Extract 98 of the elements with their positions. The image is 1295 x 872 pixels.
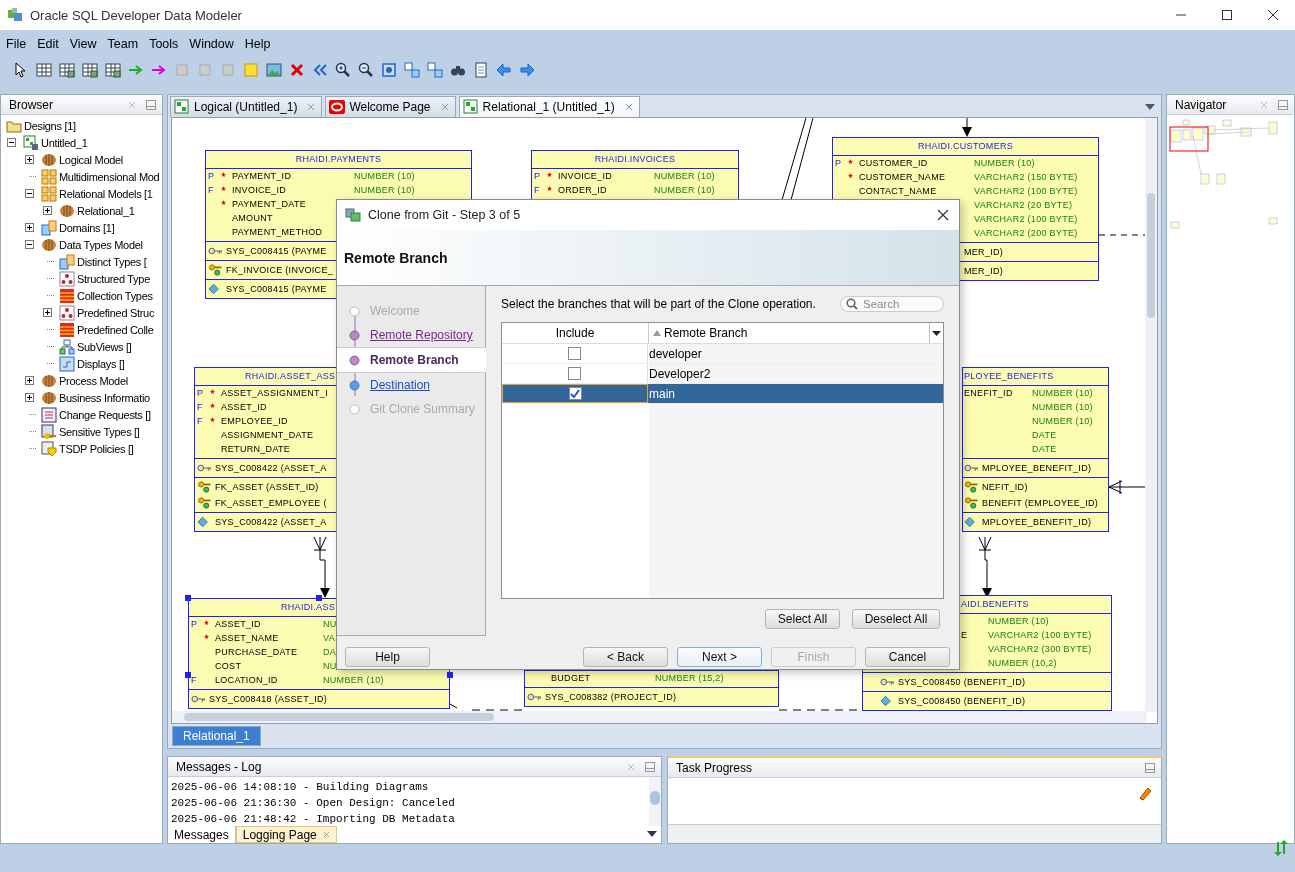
table-name: PLOYEE_BENEFITS [964,370,1054,381]
key-type-letter: F [197,401,203,412]
column-type: VARCHAR2 (100 BYTE) [974,213,1078,224]
key-type-letter: F [534,184,540,195]
column-name: ASSET_ID [221,401,267,412]
key-constraint: SYS_C008382 (PROJECT_ID) [545,691,677,702]
column-name: CONTACT_NAME [859,185,937,196]
key-constraint: MPLOYEE_BENEFIT_ID) [982,516,1092,527]
instruction-text: Select the branches that will be part of the Clone operation. [501,297,816,311]
branch-name: developer [648,346,703,361]
table-name: RHAIDI.ASS [281,601,335,612]
column-type: DA [323,646,337,657]
key-constraint: NEFIT_ID) [982,481,1028,492]
key-constraint: FK_ASSET_EMPLOYEE ( [215,497,327,508]
column-type: NUMBER (10) [654,184,715,195]
column-name: PAYMENT_ID [232,170,292,181]
column-name: PAYMENT_DATE [232,198,307,209]
column-type: NUMBER (10) [1032,415,1093,426]
column-name: AMOUNT [232,212,273,223]
key-type-letter: F [208,184,214,195]
column-type: VARCHAR2 (200 BYTE) [974,227,1078,238]
key-type-letter: P [835,157,842,168]
column-name: ASSET_NAME [215,632,279,643]
table-name: RHAIDI.CUSTOMERS [917,140,1014,151]
table-name: RHAIDI.PAYMENTS [295,153,382,164]
column-name: BUDGET [551,672,591,683]
key-constraint: BENEFIT (EMPLOYEE_ID) [982,497,1099,508]
column-type: NUMBER (10) [988,615,1049,626]
log-line: 2025-06-06 21:36:30 - Open Design: Canceled [171,796,456,811]
panel-title: Task Progress [676,760,753,775]
key-constraint: MPLOYEE_BENEFIT_ID) [982,462,1092,473]
column-type: DATE [1032,429,1057,440]
wizard-step: Git Clone Summary [370,402,475,416]
column-name: COST [215,660,242,671]
column-type: VARCHAR2 (150 BYTE) [974,171,1078,182]
column-name: PAYMENT_METHOD [232,226,323,237]
key-type-letter: P [534,170,541,181]
key-constraint: SYS_C008415 (PAYME [226,283,327,294]
column-name: CUSTOMER_ID [859,157,928,168]
column-type: NUMBER (10) [354,184,415,195]
column-name: ASSIGNMENT_DATE [221,429,314,440]
key-type-letter: P [191,618,198,629]
key-constraint: SYS_C008418 (ASSET_ID) [209,693,328,704]
column-type: NU [323,660,337,671]
column-type: NUMBER (10) [654,170,715,181]
column-name: ASSET_ID [215,618,261,629]
column-type: VARCHAR2 (20 BYTE) [974,199,1073,210]
key-constraint: SYS_C008450 (BENEFIT_ID) [898,676,1026,687]
window-title: Oracle SQL Developer Data Modeler [30,7,242,23]
column-type: NU [323,618,337,629]
branch-name: Developer2 [648,366,712,381]
column-type: DATE [1032,443,1057,454]
column-type: NUMBER (10) [323,674,384,685]
column-type: NUMBER (10) [354,170,415,181]
table-name: RHAIDI.ASSET_ASS [245,370,336,381]
column-type: VARCHAR2 (100 BYTE) [974,185,1078,196]
column-name: E [961,629,968,640]
column-name: PURCHASE_DATE [215,646,298,657]
column-type: NUMBER (10) [1032,401,1093,412]
panel-title: Messages - Log [176,759,262,774]
column-type: VARCHAR2 (300 BYTE) [988,643,1092,654]
column-type: VA [323,632,335,643]
branch-name: main [648,386,676,401]
key-type-letter: F [197,415,203,426]
key-constraint: MER_ID) [964,246,1004,257]
table-name: AIDI.BENEFITS [961,598,1029,609]
dialog-heading: Remote Branch [344,249,448,266]
key-type-letter: F [191,674,197,685]
key-constraint: MER_ID) [964,265,1004,276]
log-line: 2025-06-06 14:08:10 - Building Diagrams [171,780,430,795]
key-constraint: FK_INVOICE (INVOICE_ [226,264,334,275]
column-name: ORDER_ID [558,184,607,195]
column-name: INVOICE_ID [558,170,612,181]
key-constraint: SYS_C008415 (PAYME [226,245,327,256]
key-constraint: SYS_C008450 (BENEFIT_ID) [898,695,1026,706]
column-type: NUMBER (10,2) [988,657,1057,668]
table-name: RHAIDI.INVOICES [594,153,676,164]
column-name: ENEFIT_ID [964,387,1013,398]
column-name: EMPLOYEE_ID [221,415,288,426]
dialog-title: Clone from Git - Step 3 of 5 [368,208,521,222]
panel-title: Browser [9,97,53,112]
column-name: CUSTOMER_NAME [859,171,946,182]
column-name: RETURN_DATE [221,443,291,454]
log-line: 2025-06-06 21:48:42 - Importing DB Metadata [171,812,456,826]
key-constraint: SYS_C008422 (ASSET_A [215,516,327,527]
wizard-step: Welcome [370,304,420,318]
key-type-letter: P [197,387,204,398]
column-type: VARCHAR2 (100 BYTE) [988,629,1092,640]
column-type: NUMBER (15,2) [655,672,724,683]
column-name: LOCATION_ID [215,674,278,685]
column-type: NUMBER (10) [1032,387,1093,398]
key-type-letter: P [208,170,215,181]
column-name: INVOICE_ID [232,184,286,195]
panel-title: Navigator [1175,97,1227,112]
key-constraint: FK_ASSET (ASSET_ID) [215,481,319,492]
column-name: ASSET_ASSIGNMENT_I [221,387,328,398]
key-constraint: SYS_C008422 (ASSET_A [215,462,327,473]
column-type: NUMBER (10) [974,157,1035,168]
